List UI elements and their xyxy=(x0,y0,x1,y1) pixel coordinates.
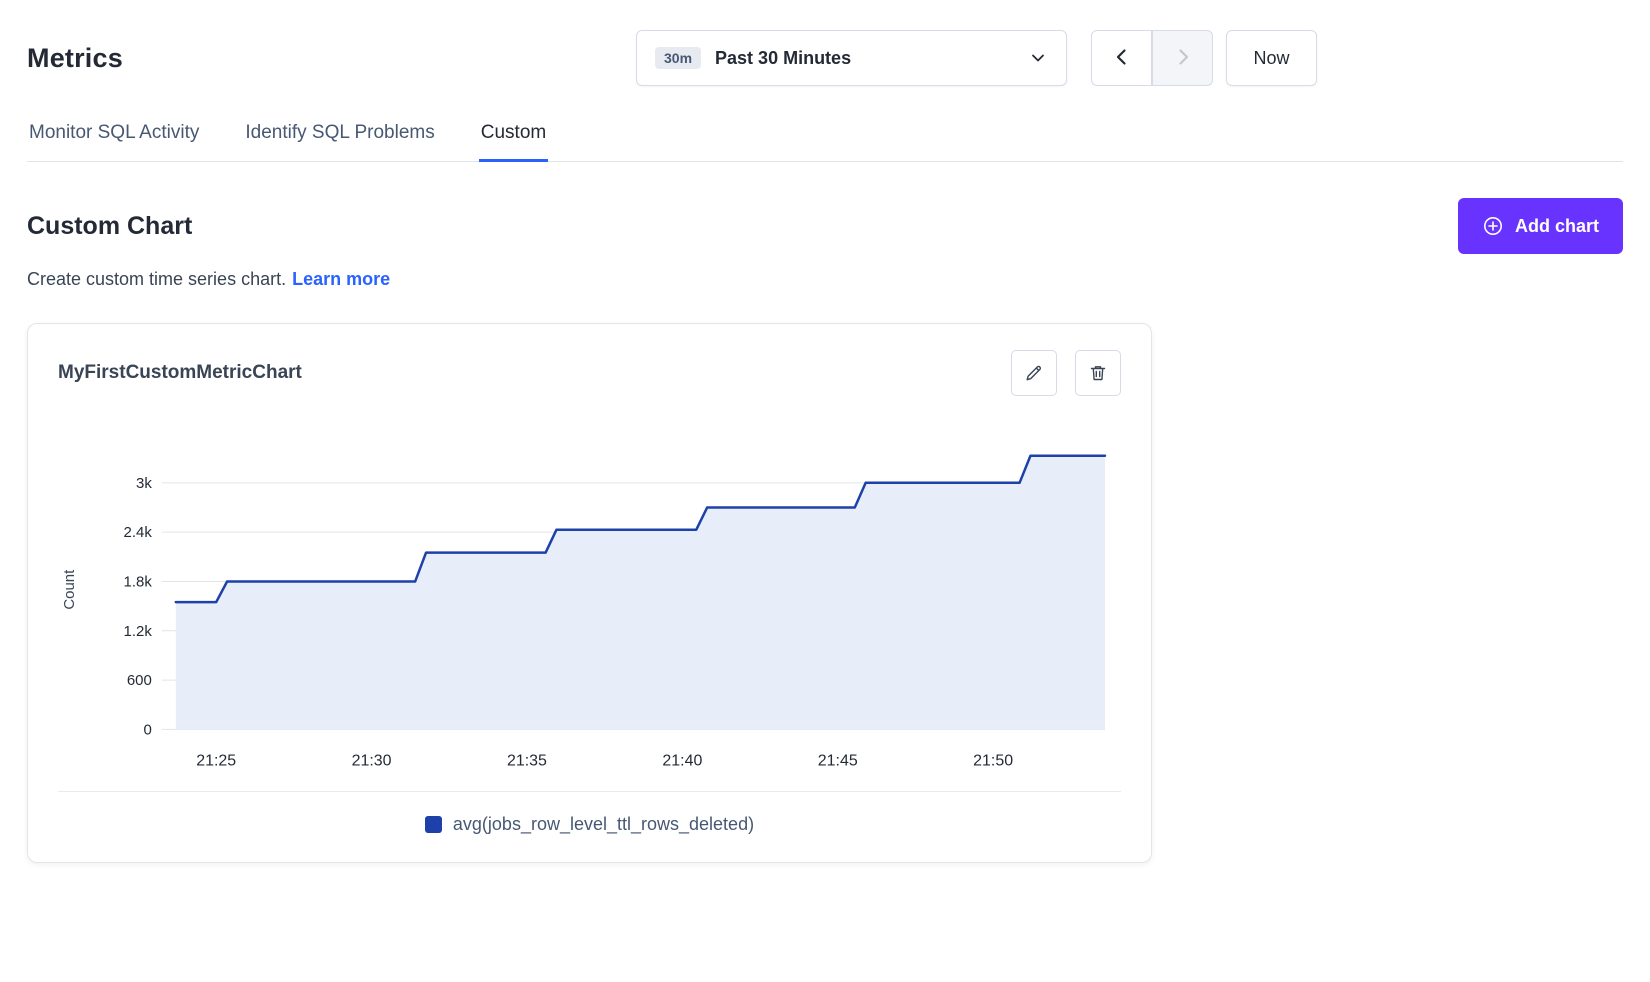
learn-more-link[interactable]: Learn more xyxy=(292,269,390,289)
metric-chart-svg[interactable]: 0 600 1.2k 1.8k 2.4k 3k 21:25 21:30 21:35 21:40 21… xyxy=(58,430,1121,781)
svg-text:Count: Count xyxy=(61,569,78,610)
time-range-selector[interactable]: 30m Past 30 Minutes xyxy=(636,30,1067,86)
section-title: Custom Chart xyxy=(27,212,192,241)
svg-text:600: 600 xyxy=(127,672,152,689)
add-chart-label: Add chart xyxy=(1515,216,1599,237)
svg-text:1.8k: 1.8k xyxy=(124,573,153,590)
tab-identify-sql-problems[interactable]: Identify SQL Problems xyxy=(243,122,436,162)
svg-text:2.4k: 2.4k xyxy=(124,524,153,541)
chart-card-header: MyFirstCustomMetricChart xyxy=(58,350,1121,396)
time-controls: 30m Past 30 Minutes Now xyxy=(636,30,1317,86)
add-chart-button[interactable]: Add chart xyxy=(1458,198,1623,254)
section-description: Create custom time series chart. Learn mo… xyxy=(27,269,1623,290)
edit-chart-button[interactable] xyxy=(1011,350,1057,396)
page-header: Metrics 30m Past 30 Minutes xyxy=(27,30,1623,86)
legend-swatch xyxy=(425,816,442,833)
time-range-badge: 30m xyxy=(655,47,701,69)
svg-text:21:25: 21:25 xyxy=(196,752,236,769)
delete-chart-button[interactable] xyxy=(1075,350,1121,396)
svg-text:3k: 3k xyxy=(136,475,152,492)
tab-custom[interactable]: Custom xyxy=(479,122,548,162)
svg-text:21:30: 21:30 xyxy=(352,752,392,769)
trash-icon xyxy=(1088,363,1108,383)
tab-monitor-sql-activity[interactable]: Monitor SQL Activity xyxy=(27,122,201,162)
metrics-page: Metrics 30m Past 30 Minutes xyxy=(0,0,1650,863)
svg-text:21:40: 21:40 xyxy=(662,752,702,769)
chart-plot-area[interactable]: 0 600 1.2k 1.8k 2.4k 3k 21:25 21:30 21:35 21:40 21… xyxy=(58,430,1121,781)
custom-chart-section-header: Custom Chart Add chart xyxy=(27,198,1623,254)
svg-text:21:35: 21:35 xyxy=(507,752,547,769)
plus-circle-icon xyxy=(1482,215,1504,237)
svg-text:21:50: 21:50 xyxy=(973,752,1013,769)
metrics-tabs: Monitor SQL Activity Identify SQL Proble… xyxy=(27,122,1623,162)
now-button[interactable]: Now xyxy=(1226,30,1317,86)
chevron-right-icon xyxy=(1172,46,1194,71)
custom-chart-card: MyFirstCustomMetricChart 0 600 1.2k 1.8k 2.4… xyxy=(27,323,1152,863)
previous-interval-button[interactable] xyxy=(1091,30,1152,86)
page-title: Metrics xyxy=(27,43,123,74)
next-interval-button[interactable] xyxy=(1152,30,1213,86)
chart-title: MyFirstCustomMetricChart xyxy=(58,362,302,384)
legend-item[interactable]: avg(jobs_row_level_ttl_rows_deleted) xyxy=(58,792,1121,862)
svg-text:21:45: 21:45 xyxy=(818,752,858,769)
time-nav-group xyxy=(1091,30,1213,86)
svg-text:0: 0 xyxy=(144,721,152,738)
time-range-label: Past 30 Minutes xyxy=(715,48,851,69)
chart-actions xyxy=(1011,350,1121,396)
svg-text:1.2k: 1.2k xyxy=(124,623,153,640)
description-text: Create custom time series chart. xyxy=(27,269,286,289)
legend-label: avg(jobs_row_level_ttl_rows_deleted) xyxy=(453,814,754,835)
pencil-icon xyxy=(1024,363,1044,383)
chevron-left-icon xyxy=(1111,46,1133,71)
chevron-down-icon xyxy=(1028,48,1048,68)
